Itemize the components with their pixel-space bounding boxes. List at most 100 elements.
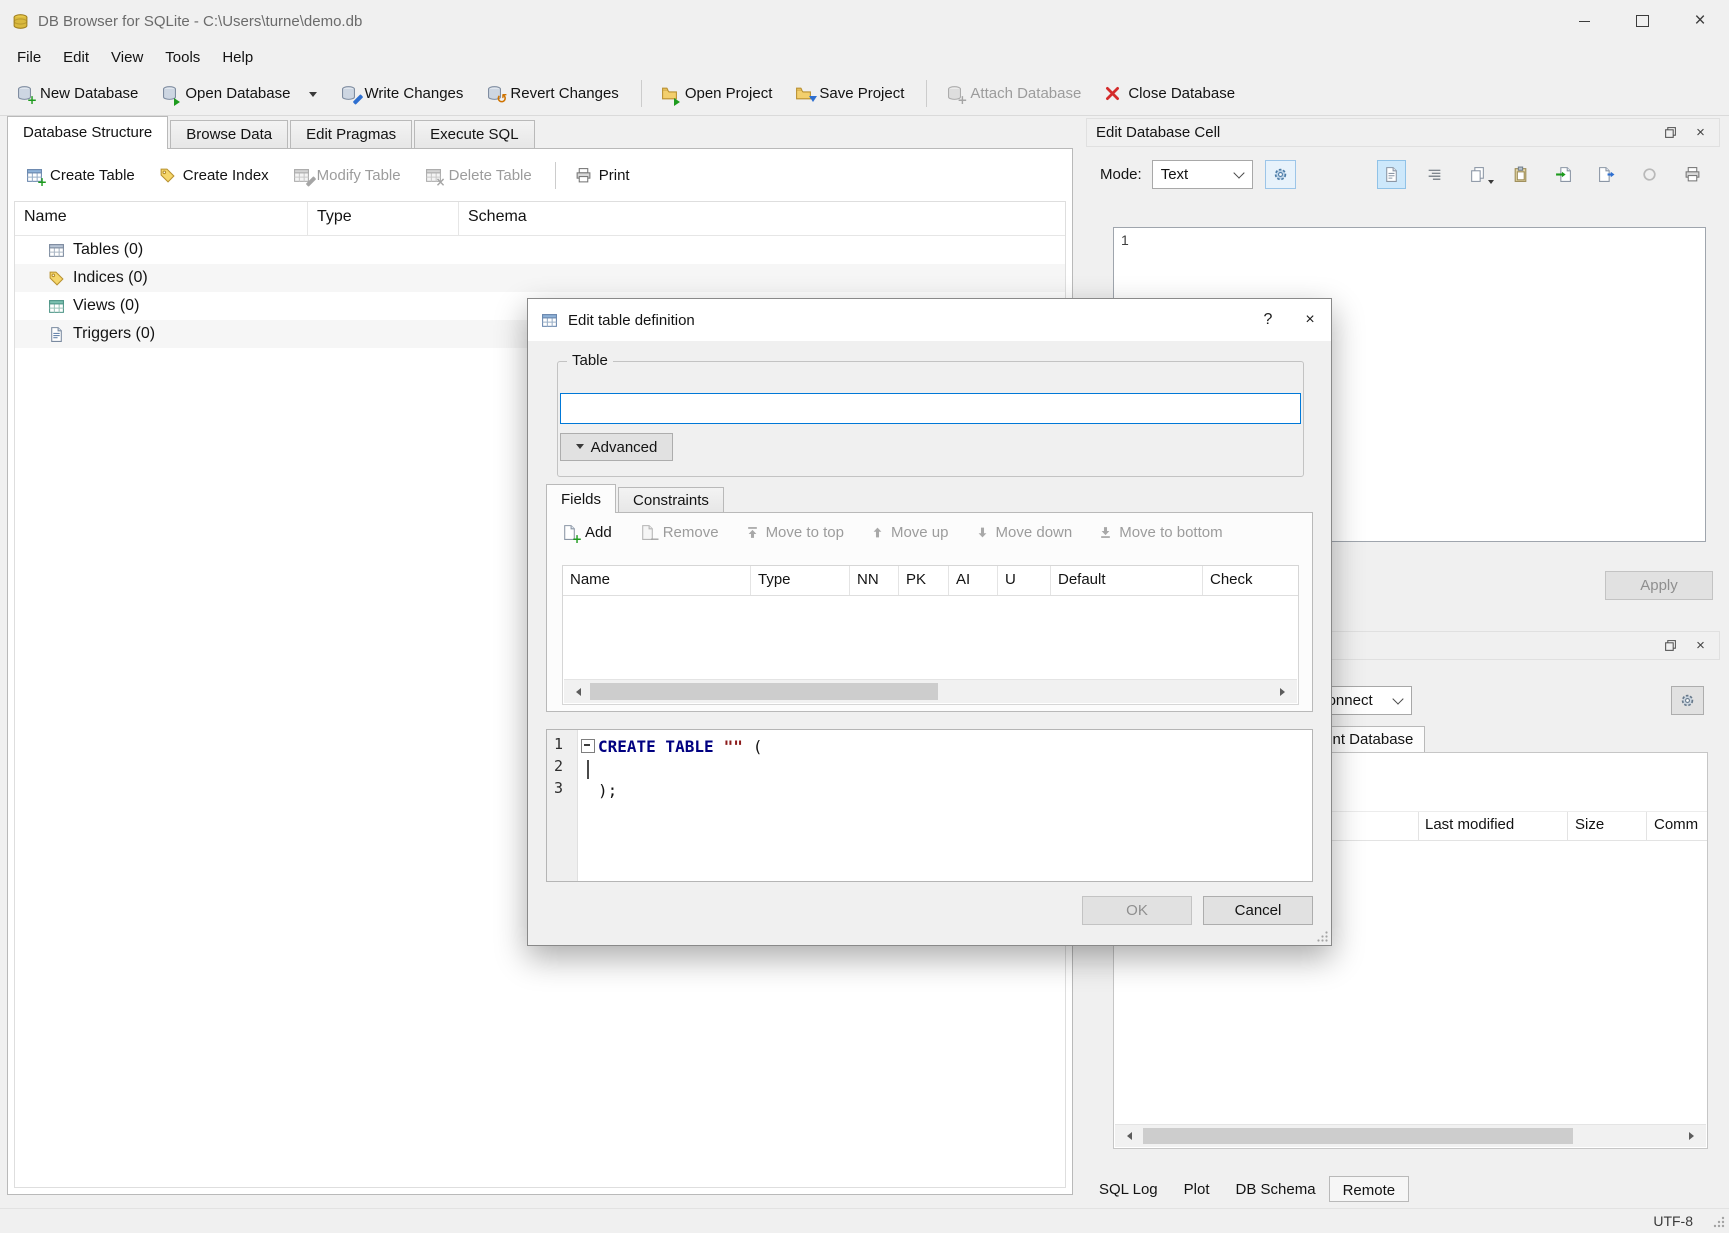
delete-table-button[interactable]: × Delete Table bbox=[415, 160, 542, 191]
menu-tools[interactable]: Tools bbox=[154, 44, 211, 71]
float-panel-icon[interactable] bbox=[1657, 634, 1684, 657]
column-header-u[interactable]: U bbox=[998, 566, 1051, 595]
column-header-type[interactable]: Type bbox=[751, 566, 850, 595]
tab-execute-sql[interactable]: Execute SQL bbox=[414, 120, 534, 149]
column-header-ai[interactable]: AI bbox=[949, 566, 998, 595]
column-header-last-modified[interactable]: Last modified bbox=[1425, 816, 1514, 833]
auto-format-button[interactable] bbox=[1265, 160, 1296, 189]
edit-cell-dock-header: Edit Database Cell × bbox=[1086, 118, 1720, 147]
column-header-nn[interactable]: NN bbox=[850, 566, 899, 595]
print-button[interactable]: Print bbox=[565, 160, 640, 191]
move-up-button[interactable]: Move up bbox=[871, 524, 949, 541]
fold-collapse-icon[interactable] bbox=[581, 739, 595, 753]
open-database-button[interactable]: Open Database bbox=[151, 78, 327, 109]
import-button[interactable] bbox=[1550, 161, 1577, 188]
write-changes-button[interactable]: Write Changes bbox=[330, 78, 473, 109]
tab-fields[interactable]: Fields bbox=[546, 484, 616, 513]
open-database-dropdown-icon[interactable] bbox=[309, 92, 317, 101]
float-panel-icon[interactable] bbox=[1657, 121, 1684, 144]
tab-constraints[interactable]: Constraints bbox=[618, 487, 724, 513]
column-header-size[interactable]: Size bbox=[1575, 816, 1604, 833]
tab-sql-log[interactable]: SQL Log bbox=[1086, 1177, 1171, 1203]
column-header-default[interactable]: Default bbox=[1051, 566, 1203, 595]
export-button[interactable] bbox=[1593, 161, 1620, 188]
column-header-commit[interactable]: Commit bbox=[1654, 816, 1698, 833]
attach-database-button[interactable]: + Attach Database bbox=[936, 78, 1091, 109]
tab-remote[interactable]: Remote bbox=[1329, 1176, 1410, 1202]
copy-button[interactable] bbox=[1464, 161, 1491, 188]
paste-button[interactable] bbox=[1507, 161, 1534, 188]
tab-database-structure[interactable]: Database Structure bbox=[7, 116, 168, 149]
dialog-tabbar: Fields Constraints bbox=[546, 484, 726, 513]
menu-view[interactable]: View bbox=[100, 44, 154, 71]
move-to-top-button[interactable]: Move to top bbox=[746, 524, 844, 541]
scroll-right-icon[interactable] bbox=[1280, 688, 1289, 696]
write-changes-icon bbox=[340, 85, 357, 102]
close-database-button[interactable]: Close Database bbox=[1094, 78, 1245, 109]
mode-select[interactable]: Text bbox=[1152, 160, 1253, 189]
column-header-schema[interactable]: Schema bbox=[459, 202, 1065, 235]
minimize-button[interactable] bbox=[1555, 0, 1613, 42]
dialog-titlebar[interactable]: Edit table definition ? × bbox=[528, 299, 1331, 341]
text-lines-icon bbox=[1426, 166, 1443, 183]
help-button[interactable]: ? bbox=[1247, 299, 1289, 341]
scroll-right-icon[interactable] bbox=[1689, 1132, 1698, 1140]
remove-field-button[interactable]: − Remove bbox=[639, 524, 719, 541]
tab-browse-data[interactable]: Browse Data bbox=[170, 120, 288, 149]
save-project-button[interactable]: Save Project bbox=[785, 78, 914, 109]
column-header-pk[interactable]: PK bbox=[899, 566, 949, 595]
move-down-button[interactable]: Move down bbox=[976, 524, 1073, 541]
copy-dropdown-icon[interactable] bbox=[1488, 180, 1494, 187]
tree-row-indices[interactable]: Indices (0) bbox=[15, 264, 1065, 292]
close-panel-icon[interactable]: × bbox=[1687, 121, 1714, 144]
dock-tabbar: SQL Log Plot DB Schema Remote bbox=[1086, 1177, 1409, 1204]
open-project-button[interactable]: Open Project bbox=[651, 78, 783, 109]
text-mode-button[interactable] bbox=[1378, 161, 1405, 188]
scrollbar-thumb[interactable] bbox=[590, 683, 938, 700]
table-icon bbox=[541, 312, 558, 329]
dialog-resize-grip-icon[interactable] bbox=[1316, 930, 1329, 943]
save-project-label: Save Project bbox=[819, 85, 904, 102]
identity-settings-button[interactable] bbox=[1671, 686, 1704, 715]
cancel-button[interactable]: Cancel bbox=[1203, 896, 1313, 925]
tree-row-tables[interactable]: Tables (0) bbox=[15, 236, 1065, 264]
menu-edit[interactable]: Edit bbox=[52, 44, 100, 71]
set-null-button[interactable] bbox=[1636, 161, 1663, 188]
advanced-button[interactable]: Advanced bbox=[560, 433, 673, 461]
edit-cell-dock-title: Edit Database Cell bbox=[1096, 124, 1220, 141]
fields-horizontal-scrollbar[interactable] bbox=[564, 679, 1297, 703]
scroll-left-icon[interactable] bbox=[572, 688, 581, 696]
tab-plot[interactable]: Plot bbox=[1171, 1177, 1223, 1203]
dialog-close-button[interactable]: × bbox=[1289, 299, 1331, 341]
table-name-input[interactable] bbox=[560, 393, 1301, 424]
create-table-button[interactable]: + Create Table bbox=[16, 160, 145, 191]
ok-button[interactable]: OK bbox=[1082, 896, 1192, 925]
modify-table-button[interactable]: Modify Table bbox=[283, 160, 411, 191]
window-resize-grip-icon[interactable] bbox=[1712, 1215, 1726, 1229]
apply-button[interactable]: Apply bbox=[1605, 571, 1713, 600]
menu-file[interactable]: File bbox=[6, 44, 52, 71]
rtl-text-button[interactable] bbox=[1421, 161, 1448, 188]
maximize-button[interactable] bbox=[1613, 0, 1671, 42]
scroll-left-icon[interactable] bbox=[1123, 1132, 1132, 1140]
column-header-check[interactable]: Check bbox=[1203, 566, 1298, 595]
encoding-indicator[interactable]: UTF-8 bbox=[1653, 1213, 1693, 1229]
tab-edit-pragmas[interactable]: Edit Pragmas bbox=[290, 120, 412, 149]
close-button[interactable]: × bbox=[1671, 0, 1729, 42]
move-to-bottom-button[interactable]: Move to bottom bbox=[1099, 524, 1222, 541]
add-field-button[interactable]: + Add bbox=[561, 524, 612, 541]
mode-label: Mode: bbox=[1100, 166, 1142, 183]
column-header-name[interactable]: Name bbox=[563, 566, 751, 595]
column-header-name[interactable]: Name bbox=[15, 202, 308, 235]
column-header-type[interactable]: Type bbox=[308, 202, 459, 235]
create-index-button[interactable]: Create Index bbox=[149, 160, 279, 191]
scrollbar-thumb[interactable] bbox=[1143, 1128, 1573, 1144]
tab-db-schema[interactable]: DB Schema bbox=[1223, 1177, 1329, 1203]
print-cell-button[interactable] bbox=[1679, 161, 1706, 188]
close-panel-icon[interactable]: × bbox=[1687, 634, 1714, 657]
import-icon bbox=[1555, 166, 1572, 183]
remote-horizontal-scrollbar[interactable] bbox=[1115, 1124, 1706, 1147]
new-database-button[interactable]: + New Database bbox=[6, 78, 148, 109]
menu-help[interactable]: Help bbox=[211, 44, 264, 71]
revert-changes-button[interactable]: ↺ Revert Changes bbox=[476, 78, 628, 109]
